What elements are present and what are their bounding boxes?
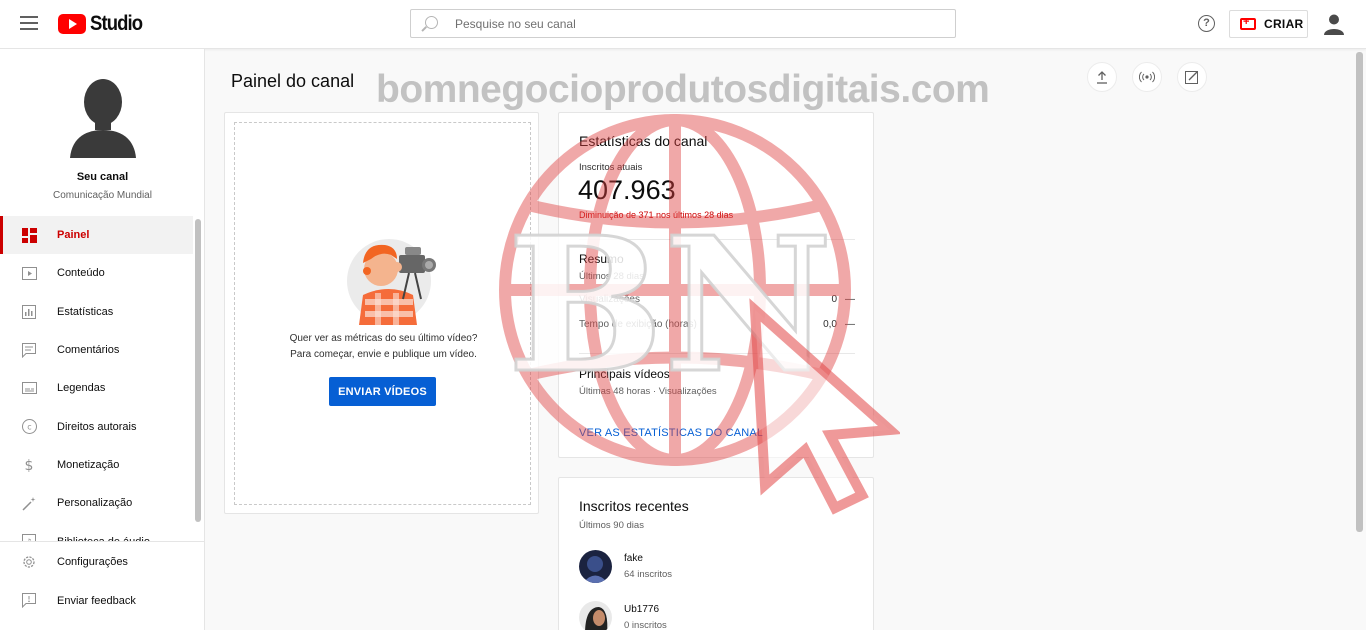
create-video-icon — [1240, 16, 1256, 30]
analytics-icon — [21, 304, 37, 320]
recent-subs-period: Últimos 90 dias — [579, 520, 644, 531]
live-stream-icon[interactable] — [1132, 62, 1162, 92]
search-input[interactable] — [455, 10, 945, 37]
sidebar-item-label: Configurações — [57, 555, 128, 568]
sidebar-scrollbar[interactable] — [195, 219, 201, 522]
sidebar-item-conteudo[interactable]: Conteúdo — [0, 254, 193, 292]
create-button[interactable]: CRIAR — [1229, 10, 1308, 38]
copyright-icon: c — [21, 419, 37, 435]
top-bar: Studio ? CRIAR — [0, 0, 1366, 49]
magic-wand-icon — [21, 495, 37, 511]
sidebar-item-label: Comentários — [57, 344, 120, 357]
help-icon[interactable]: ? — [1198, 15, 1215, 32]
channel-stats-card: Estatísticas do canal Inscritos atuais 4… — [558, 112, 874, 458]
upload-prompt: Quer ver as métricas do seu último vídeo… — [235, 331, 532, 363]
views-value: 0 — [831, 294, 837, 305]
comments-icon — [21, 342, 37, 358]
top-videos-period: Últimas 48 horas · Visualizações — [579, 386, 717, 397]
studio-logo[interactable]: Studio — [58, 12, 149, 35]
subscriber-name[interactable]: Ub1776 — [624, 604, 659, 615]
sidebar-item-label: Direitos autorais — [57, 420, 137, 433]
recent-subscribers-card: Inscritos recentes Últimos 90 dias fake … — [558, 477, 874, 630]
dollar-icon: $ — [21, 457, 37, 473]
upload-icon[interactable] — [1087, 62, 1117, 92]
logo-text: Studio — [90, 12, 143, 35]
top-videos-title: Principais vídeos — [579, 367, 670, 381]
divider — [579, 239, 855, 240]
sidebar: Seu canal Comunicação Mundial Painel Con… — [0, 49, 205, 630]
upload-prompt-line1: Quer ver as métricas do seu último vídeo… — [289, 333, 478, 344]
sidebar-item-label: Painel — [57, 229, 90, 242]
sidebar-item-label: Legendas — [57, 382, 106, 395]
stats-card-title: Estatísticas do canal — [579, 133, 708, 149]
subscriber-count: 64 inscritos — [624, 569, 673, 580]
svg-text:c: c — [27, 423, 31, 432]
channel-name: Comunicação Mundial — [53, 190, 152, 201]
svg-text:$: $ — [25, 458, 34, 473]
sidebar-nav: Painel Conteúdo Estatísticas Comentários… — [0, 216, 193, 561]
views-label: Visualizações — [579, 294, 640, 305]
feedback-icon — [21, 593, 37, 609]
page-title: Painel do canal — [231, 71, 355, 91]
sidebar-item-label: Enviar feedback — [57, 594, 136, 607]
upload-videos-button[interactable]: ENVIAR VÍDEOS — [329, 377, 436, 406]
upload-prompt-line2: Para começar, envie e publique um vídeo. — [290, 349, 477, 360]
watermark-text: bomnegocioprodutosdigitais.com — [376, 68, 990, 111]
video-icon — [21, 265, 37, 281]
subscriber-count: 0 inscritos — [624, 620, 667, 630]
views-trend: — — [845, 294, 855, 305]
sidebar-item-enviar-feedback[interactable]: Enviar feedback — [0, 581, 204, 620]
watch-time-label: Tempo de exibição (horas) — [579, 319, 697, 330]
divider — [579, 353, 855, 354]
subs-change-text: Diminuição de 371 nos últimos 28 dias — [579, 210, 734, 220]
account-avatar-icon[interactable] — [1323, 13, 1345, 35]
summary-title: Resumo — [579, 252, 624, 266]
videographer-illustration — [347, 239, 436, 325]
sidebar-item-label: Estatísticas — [57, 305, 114, 318]
sidebar-item-painel[interactable]: Painel — [0, 216, 193, 255]
current-subs-value: 407.963 — [578, 175, 676, 205]
view-channel-analytics-link[interactable]: VER AS ESTATÍSTICAS DO CANAL — [579, 427, 763, 439]
gear-icon — [21, 554, 37, 570]
watch-time-value: 0,0 — [823, 319, 837, 330]
channel-avatar[interactable] — [70, 78, 136, 158]
subscriber-avatar[interactable] — [579, 601, 612, 630]
channel-title: Seu canal — [76, 171, 129, 183]
upload-card: Quer ver as métricas do seu último vídeo… — [224, 112, 539, 514]
page-scrollbar[interactable] — [1356, 52, 1363, 532]
upload-dropzone[interactable]: Quer ver as métricas do seu último vídeo… — [234, 122, 531, 505]
youtube-logo-icon — [58, 14, 86, 34]
sidebar-item-monetizacao[interactable]: $ Monetização — [0, 446, 193, 484]
sidebar-item-label: Conteúdo — [57, 267, 105, 280]
search-box[interactable] — [410, 9, 956, 38]
sidebar-item-configuracoes[interactable]: Configurações — [0, 542, 204, 581]
sidebar-item-label: Personalização — [57, 497, 133, 510]
sidebar-item-label: Monetização — [57, 458, 120, 471]
sidebar-bottom: Configurações Enviar feedback — [0, 541, 204, 620]
current-subs-label: Inscritos atuais — [579, 162, 643, 173]
subscriber-name[interactable]: fake — [624, 553, 643, 564]
sidebar-item-personalizacao[interactable]: Personalização — [0, 484, 193, 522]
menu-icon[interactable] — [20, 16, 38, 30]
search-icon — [425, 16, 438, 29]
sidebar-item-legendas[interactable]: Legendas — [0, 369, 193, 407]
dashboard-icon — [21, 227, 37, 243]
watch-time-trend: — — [845, 319, 855, 330]
summary-period: Últimos 28 dias — [579, 271, 644, 282]
sidebar-item-estatisticas[interactable]: Estatísticas — [0, 293, 193, 331]
create-label: CRIAR — [1264, 17, 1304, 31]
sidebar-item-comentarios[interactable]: Comentários — [0, 331, 193, 369]
recent-subs-title: Inscritos recentes — [579, 498, 689, 514]
subtitles-icon — [21, 380, 37, 396]
create-post-icon[interactable] — [1177, 62, 1207, 92]
sidebar-item-direitos-autorais[interactable]: c Direitos autorais — [0, 407, 193, 445]
subscriber-avatar[interactable] — [579, 550, 612, 583]
